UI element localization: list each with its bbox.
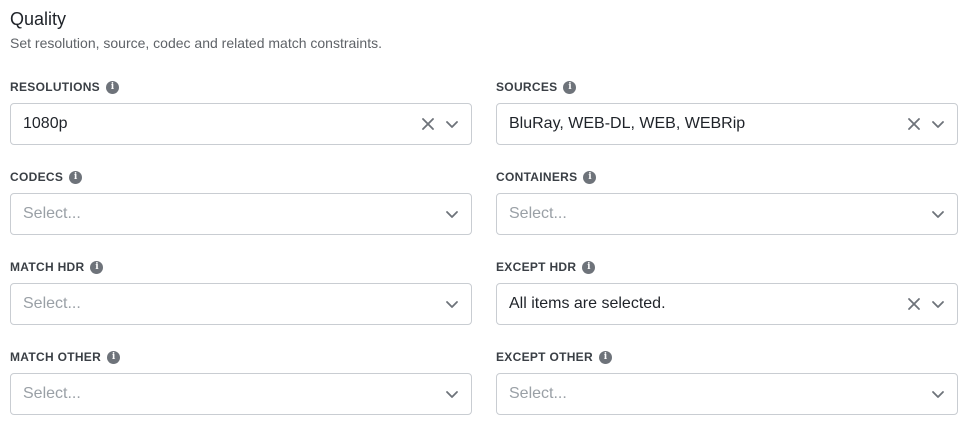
info-icon[interactable]: i <box>582 260 596 274</box>
chevron-down-icon[interactable] <box>443 115 461 133</box>
except-other-label: EXCEPT OTHER <box>496 350 593 364</box>
section-subtitle: Set resolution, source, codec and relate… <box>10 35 382 51</box>
chevron-down-icon[interactable] <box>443 385 461 403</box>
match-other-label-row: MATCH OTHER i <box>10 349 472 365</box>
sources-label: SOURCES <box>496 80 558 94</box>
resolutions-label: RESOLUTIONS <box>10 80 100 94</box>
match-hdr-label: MATCH HDR <box>10 260 85 274</box>
clear-icon[interactable] <box>419 115 437 133</box>
info-icon[interactable]: i <box>598 350 612 364</box>
sources-label-row: SOURCES i <box>496 79 958 95</box>
clear-icon[interactable] <box>905 295 923 313</box>
info-icon[interactable]: i <box>583 170 597 184</box>
except-hdr-select[interactable]: All items are selected. <box>496 283 958 325</box>
except-hdr-value: All items are selected. <box>509 295 666 312</box>
resolutions-field: RESOLUTIONS i 1080p <box>10 79 472 145</box>
resolutions-select[interactable]: 1080p <box>10 103 472 145</box>
except-hdr-field: EXCEPT HDR i All items are selected. <box>496 259 958 325</box>
chevron-down-icon[interactable] <box>443 295 461 313</box>
section-title: Quality <box>10 9 67 29</box>
match-hdr-placeholder: Select... <box>23 295 81 312</box>
sources-select[interactable]: BluRay, WEB-DL, WEB, WEBRip <box>496 103 958 145</box>
chevron-down-icon[interactable] <box>929 385 947 403</box>
info-icon[interactable]: i <box>69 170 83 184</box>
match-hdr-field: MATCH HDR i Select... <box>10 259 472 325</box>
except-hdr-label: EXCEPT HDR <box>496 260 577 274</box>
match-hdr-label-row: MATCH HDR i <box>10 259 472 275</box>
chevron-down-icon[interactable] <box>929 115 947 133</box>
resolutions-label-row: RESOLUTIONS i <box>10 79 472 95</box>
match-other-select[interactable]: Select... <box>10 373 472 415</box>
codecs-label: CODECS <box>10 170 64 184</box>
match-other-field: MATCH OTHER i Select... <box>10 349 472 415</box>
chevron-down-icon[interactable] <box>929 295 947 313</box>
info-icon[interactable]: i <box>105 80 119 94</box>
containers-field: CONTAINERS i Select... <box>496 169 958 235</box>
resolutions-value: 1080p <box>23 115 68 132</box>
codecs-select[interactable]: Select... <box>10 193 472 235</box>
sources-field: SOURCES i BluRay, WEB-DL, WEB, WEBRip <box>496 79 958 145</box>
except-other-field: EXCEPT OTHER i Select... <box>496 349 958 415</box>
clear-icon[interactable] <box>905 115 923 133</box>
containers-label-row: CONTAINERS i <box>496 169 958 185</box>
containers-placeholder: Select... <box>509 205 567 222</box>
containers-select[interactable]: Select... <box>496 193 958 235</box>
chevron-down-icon[interactable] <box>443 205 461 223</box>
codecs-placeholder: Select... <box>23 205 81 222</box>
except-other-select[interactable]: Select... <box>496 373 958 415</box>
info-icon[interactable]: i <box>563 80 577 94</box>
info-icon[interactable]: i <box>90 260 104 274</box>
match-other-label: MATCH OTHER <box>10 350 102 364</box>
match-other-placeholder: Select... <box>23 385 81 402</box>
chevron-down-icon[interactable] <box>929 205 947 223</box>
section-header: Quality Set resolution, source, codec an… <box>10 8 382 52</box>
except-other-label-row: EXCEPT OTHER i <box>496 349 958 365</box>
info-icon[interactable]: i <box>107 350 121 364</box>
codecs-field: CODECS i Select... <box>10 169 472 235</box>
codecs-label-row: CODECS i <box>10 169 472 185</box>
match-hdr-select[interactable]: Select... <box>10 283 472 325</box>
containers-label: CONTAINERS <box>496 170 578 184</box>
except-hdr-label-row: EXCEPT HDR i <box>496 259 958 275</box>
sources-value: BluRay, WEB-DL, WEB, WEBRip <box>509 115 746 132</box>
except-other-placeholder: Select... <box>509 385 567 402</box>
